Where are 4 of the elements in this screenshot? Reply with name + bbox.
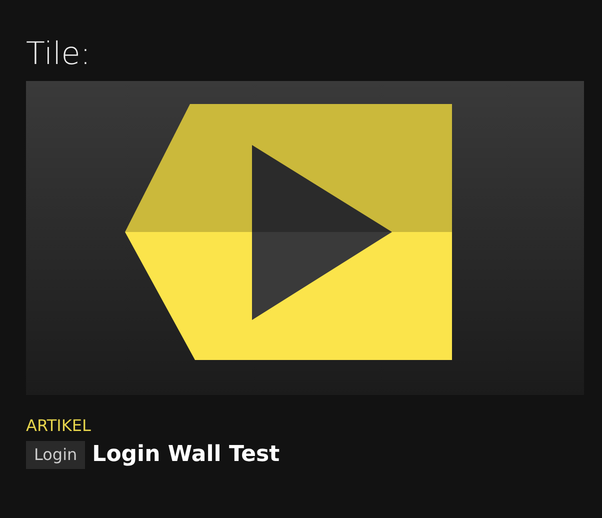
category-label: ARTIKEL xyxy=(26,415,91,437)
login-tag: Login xyxy=(26,441,86,469)
section-heading: Tile: xyxy=(26,35,92,74)
tile-title: Login Wall Test xyxy=(92,441,280,469)
